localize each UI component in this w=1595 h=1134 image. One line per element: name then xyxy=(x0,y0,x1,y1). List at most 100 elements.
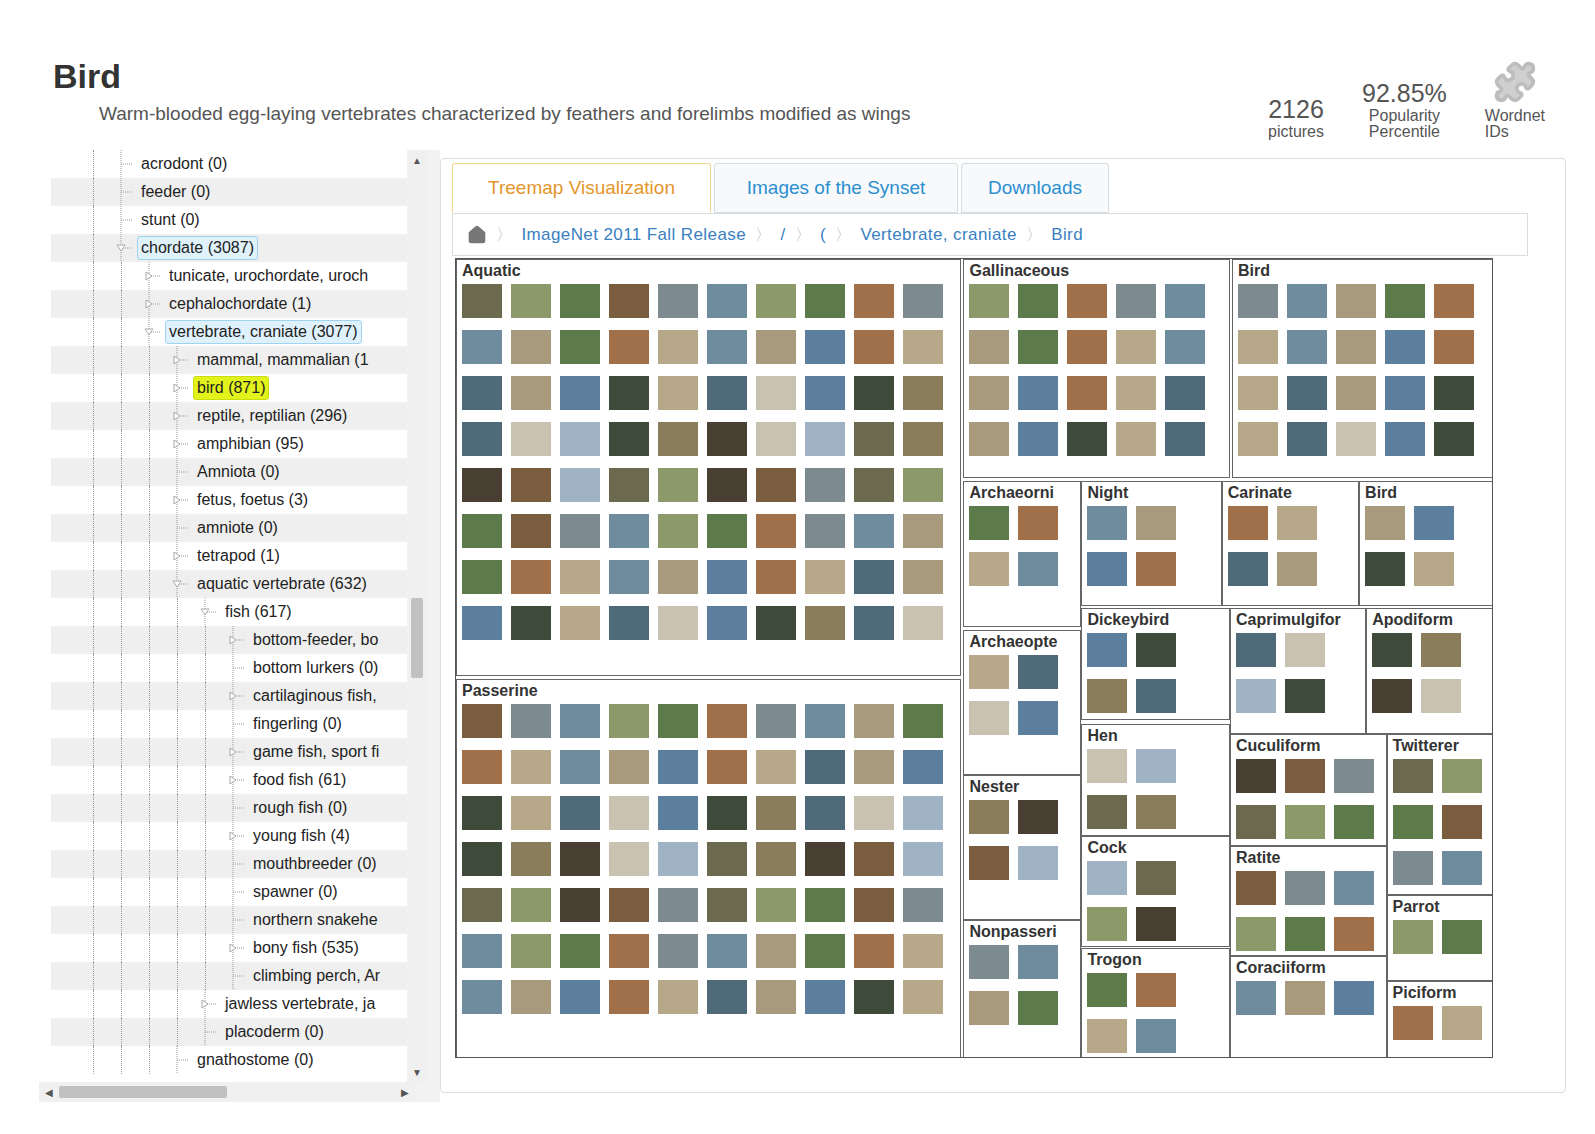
tree-item-label[interactable]: food fish (61) xyxy=(249,768,350,792)
treemap-cell[interactable]: Cuculiform xyxy=(1230,734,1387,846)
thumbnail[interactable] xyxy=(707,330,747,364)
thumbnail[interactable] xyxy=(1287,330,1327,364)
stat[interactable]: WordnetIDs xyxy=(1485,60,1545,140)
scroll-right-button[interactable]: ▶ xyxy=(395,1085,415,1100)
thumbnail[interactable] xyxy=(707,934,747,968)
thumbnail[interactable] xyxy=(756,422,796,456)
thumbnail[interactable] xyxy=(805,376,845,410)
thumbnail[interactable] xyxy=(462,376,502,410)
thumbnail[interactable] xyxy=(511,842,551,876)
thumbnail[interactable] xyxy=(1238,330,1278,364)
thumbnail[interactable] xyxy=(1116,376,1156,410)
thumbnail[interactable] xyxy=(1165,422,1205,456)
breadcrumb-item[interactable]: Vertebrate, craniate xyxy=(860,222,1016,248)
thumbnail[interactable] xyxy=(1236,759,1276,793)
thumbnail[interactable] xyxy=(969,846,1009,880)
thumbnail[interactable] xyxy=(1136,506,1176,540)
thumbnail[interactable] xyxy=(560,842,600,876)
thumbnail[interactable] xyxy=(854,468,894,502)
collapsed-icon[interactable] xyxy=(227,822,249,850)
thumbnail[interactable] xyxy=(1236,981,1276,1015)
thumbnail[interactable] xyxy=(1228,552,1268,586)
tree-item[interactable]: mammal, mammalian (1 xyxy=(51,346,407,374)
thumbnail[interactable] xyxy=(1087,795,1127,829)
thumbnail[interactable] xyxy=(1414,552,1454,586)
thumbnail[interactable] xyxy=(658,842,698,876)
tree-item[interactable]: Amniota (0) xyxy=(51,458,407,486)
treemap-cell[interactable]: Twitterer xyxy=(1387,734,1493,895)
thumbnail[interactable] xyxy=(969,655,1009,689)
thumbnail[interactable] xyxy=(1365,552,1405,586)
tree-item-label[interactable]: climbing perch, Ar xyxy=(249,964,384,988)
thumbnail[interactable] xyxy=(1285,633,1325,667)
collapsed-icon[interactable] xyxy=(227,682,249,710)
thumbnail[interactable] xyxy=(805,842,845,876)
thumbnail[interactable] xyxy=(1018,701,1058,735)
thumbnail[interactable] xyxy=(903,796,943,830)
thumbnail[interactable] xyxy=(1287,376,1327,410)
thumbnail[interactable] xyxy=(658,284,698,318)
treemap-cell[interactable]: Archaeopte xyxy=(963,630,1081,774)
thumbnail[interactable] xyxy=(805,330,845,364)
thumbnail[interactable] xyxy=(1385,376,1425,410)
thumbnail[interactable] xyxy=(805,468,845,502)
thumbnail[interactable] xyxy=(658,376,698,410)
thumbnail[interactable] xyxy=(1414,506,1454,540)
treemap-cell[interactable]: Ratite xyxy=(1230,846,1387,956)
thumbnail[interactable] xyxy=(511,330,551,364)
thumbnail[interactable] xyxy=(1087,679,1127,713)
thumbnail[interactable] xyxy=(1442,1006,1482,1040)
thumbnail[interactable] xyxy=(1087,907,1127,941)
treemap-cell-label[interactable]: Apodiform xyxy=(1367,609,1493,630)
thumbnail[interactable] xyxy=(1238,422,1278,456)
thumbnail[interactable] xyxy=(1087,633,1127,667)
thumbnail[interactable] xyxy=(969,422,1009,456)
tree-item[interactable]: young fish (4) xyxy=(51,822,407,850)
thumbnail[interactable] xyxy=(560,330,600,364)
tree-item-label[interactable]: mouthbreeder (0) xyxy=(249,852,381,876)
tree-item[interactable]: bony fish (535) xyxy=(51,934,407,962)
thumbnail[interactable] xyxy=(658,704,698,738)
expanded-icon[interactable] xyxy=(171,570,193,598)
thumbnail[interactable] xyxy=(462,560,502,594)
thumbnail[interactable] xyxy=(969,800,1009,834)
thumbnail[interactable] xyxy=(1336,422,1376,456)
tree-item-label[interactable]: spawner (0) xyxy=(249,880,341,904)
treemap-cell-label[interactable]: Archaeorni xyxy=(964,482,1080,503)
treemap-cell[interactable]: Bird xyxy=(1232,259,1493,478)
thumbnail[interactable] xyxy=(1018,330,1058,364)
collapsed-icon[interactable] xyxy=(227,626,249,654)
thumbnail[interactable] xyxy=(560,284,600,318)
thumbnail[interactable] xyxy=(609,514,649,548)
thumbnail[interactable] xyxy=(609,704,649,738)
thumbnail[interactable] xyxy=(1434,376,1474,410)
thumbnail[interactable] xyxy=(560,468,600,502)
thumbnail[interactable] xyxy=(462,330,502,364)
thumbnail[interactable] xyxy=(1334,871,1374,905)
thumbnail[interactable] xyxy=(1385,330,1425,364)
thumbnail[interactable] xyxy=(1136,795,1176,829)
tree-item-label[interactable]: aquatic vertebrate (632) xyxy=(193,572,371,596)
treemap-cell[interactable]: Aquatic xyxy=(456,259,961,676)
thumbnail[interactable] xyxy=(1116,330,1156,364)
treemap-cell-label[interactable]: Twitterer xyxy=(1388,735,1493,756)
thumbnail[interactable] xyxy=(756,330,796,364)
thumbnail[interactable] xyxy=(1372,679,1412,713)
thumbnail[interactable] xyxy=(511,796,551,830)
thumbnail[interactable] xyxy=(560,796,600,830)
thumbnail[interactable] xyxy=(805,934,845,968)
thumbnail[interactable] xyxy=(707,750,747,784)
tab[interactable]: Treemap Visualization xyxy=(452,163,711,213)
tree-item-label[interactable]: feeder (0) xyxy=(137,180,214,204)
thumbnail[interactable] xyxy=(511,468,551,502)
treemap-cell[interactable]: Caprimulgifor xyxy=(1230,608,1366,734)
thumbnail[interactable] xyxy=(462,842,502,876)
thumbnail[interactable] xyxy=(903,888,943,922)
thumbnail[interactable] xyxy=(462,888,502,922)
thumbnail[interactable] xyxy=(1018,552,1058,586)
collapsed-icon[interactable] xyxy=(171,486,193,514)
thumbnail[interactable] xyxy=(1434,422,1474,456)
thumbnail[interactable] xyxy=(805,606,845,640)
tree-item-label[interactable]: jawless vertebrate, ja xyxy=(221,992,379,1016)
thumbnail[interactable] xyxy=(1087,861,1127,895)
